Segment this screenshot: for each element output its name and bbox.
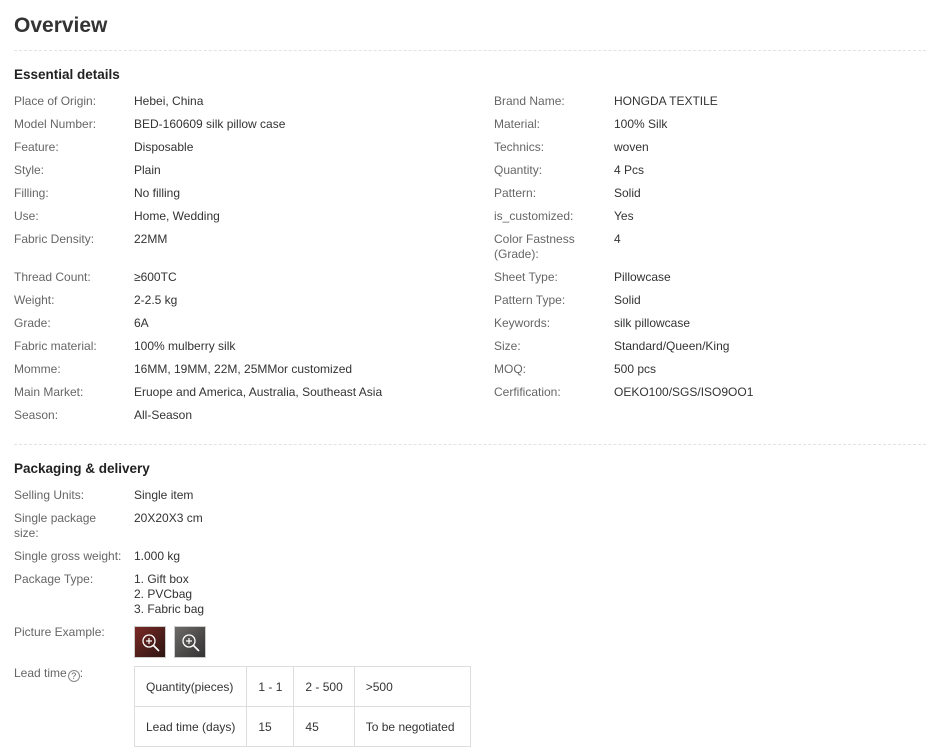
attr-value: Yes	[614, 209, 634, 223]
attr-key: Model Number:	[14, 117, 97, 131]
attr-key: Momme:	[14, 362, 61, 376]
picture-example-label: Picture Example:	[14, 625, 105, 639]
table-cell: 15	[246, 706, 295, 747]
attr-key: Thread Count:	[14, 270, 91, 284]
attr-key: Use:	[14, 209, 39, 223]
attr-value: 4	[614, 232, 621, 246]
attr-value: 16MM, 19MM, 22M, 25MMor customized	[134, 362, 353, 376]
attr-value: Home, Wedding	[134, 209, 220, 223]
attr-value: OEKO100/SGS/ISO9OO1	[614, 385, 754, 399]
attr-key: Brand Name:	[494, 94, 565, 108]
attr-key: Grade:	[14, 316, 51, 330]
attr-value: ≥600TC	[134, 270, 177, 284]
attr-key: Quantity:	[494, 163, 543, 177]
attr-key: Pattern:	[494, 186, 537, 200]
zoom-in-icon	[182, 634, 200, 652]
attr-key: Main Market:	[14, 385, 84, 399]
selling-units-value: Single item	[134, 488, 194, 502]
attr-value: 500 pcs	[614, 362, 657, 376]
lead-time-text: Lead time	[14, 666, 67, 680]
package-type-line: 1. Gift box	[134, 572, 189, 586]
attr-value: silk pillowcase	[614, 316, 691, 330]
attr-value: Eruope and America, Australia, Southeast…	[134, 385, 383, 399]
attr-value: Plain	[134, 163, 161, 177]
table-row: Quantity(pieces) 1 - 1 2 - 500 >500	[133, 666, 471, 707]
packaging-delivery-heading: Packaging & delivery	[14, 461, 150, 476]
attr-key: Style:	[14, 163, 45, 177]
attr-key: Technics:	[494, 140, 545, 154]
table-cell: 1 - 1	[246, 666, 295, 707]
attr-key: Season:	[14, 408, 59, 422]
attr-value: BED-160609 silk pillow case	[134, 117, 286, 131]
attr-key: Color Fastness (Grade):	[494, 232, 575, 261]
attr-value: woven	[614, 140, 649, 154]
package-size-label: Single package size:	[14, 511, 97, 540]
attr-value: All-Season	[134, 408, 193, 422]
package-type-label: Package Type:	[14, 572, 94, 586]
attr-value: 22MM	[134, 232, 168, 246]
selling-units-label: Selling Units:	[14, 488, 85, 502]
attr-value: Disposable	[134, 140, 194, 154]
attr-value: 6A	[134, 316, 149, 330]
attr-value: Pillowcase	[614, 270, 671, 284]
attr-key: Place of Origin:	[14, 94, 97, 108]
attr-key: Size:	[494, 339, 521, 353]
table-cell: >500	[353, 666, 471, 707]
table-cell: To be negotiated	[353, 706, 471, 747]
attr-value: 100% Silk	[614, 117, 668, 131]
zoom-in-icon	[142, 634, 160, 652]
table-cell: 45	[293, 706, 355, 747]
attr-value: No filling	[134, 186, 181, 200]
attr-value: Solid	[614, 293, 641, 307]
lead-time-table: Quantity(pieces) 1 - 1 2 - 500 >500 Lead…	[133, 666, 471, 747]
attr-key: MOQ:	[494, 362, 526, 376]
attr-key: Keywords:	[494, 316, 551, 330]
help-icon[interactable]: ?	[67, 670, 80, 682]
attr-key: Pattern Type:	[494, 293, 566, 307]
attr-key: Fabric material:	[14, 339, 97, 353]
attr-value: Solid	[614, 186, 641, 200]
attr-key: Material:	[494, 117, 541, 131]
attr-value: HONGDA TEXTILE	[614, 94, 718, 108]
page-title: Overview	[14, 14, 108, 37]
table-cell: Quantity(pieces)	[133, 666, 248, 707]
package-type-line: 2. PVCbag	[134, 587, 193, 601]
attr-key: is_customized:	[494, 209, 574, 223]
gross-weight-value: 1.000 kg	[134, 549, 181, 563]
picture-thumbnail[interactable]	[134, 626, 166, 658]
package-type-line: 3. Fabric bag	[134, 602, 205, 616]
gross-weight-label: Single gross weight:	[14, 549, 122, 563]
attr-key: Feature:	[14, 140, 59, 154]
divider	[14, 50, 926, 51]
attr-key: Filling:	[14, 186, 49, 200]
attr-value: Hebei, China	[134, 94, 204, 108]
package-size-value: 20X20X3 cm	[134, 511, 203, 525]
lead-time-label: Lead time?:	[14, 666, 84, 682]
attr-value: 2-2.5 kg	[134, 293, 178, 307]
attr-key: Fabric Density:	[14, 232, 95, 246]
attr-key: Cerfification:	[494, 385, 561, 399]
essential-details-heading: Essential details	[14, 67, 120, 82]
attr-value: 100% mulberry silk	[134, 339, 236, 353]
picture-thumbnail[interactable]	[174, 626, 206, 658]
table-row: Lead time (days) 15 45 To be negotiated	[133, 706, 471, 747]
attr-key: Sheet Type:	[494, 270, 558, 284]
table-cell: Lead time (days)	[133, 706, 248, 747]
attr-value: Standard/Queen/King	[614, 339, 730, 353]
attr-value: 4 Pcs	[614, 163, 645, 177]
divider	[14, 444, 926, 445]
attr-key: Weight:	[14, 293, 55, 307]
table-cell: 2 - 500	[293, 666, 355, 707]
